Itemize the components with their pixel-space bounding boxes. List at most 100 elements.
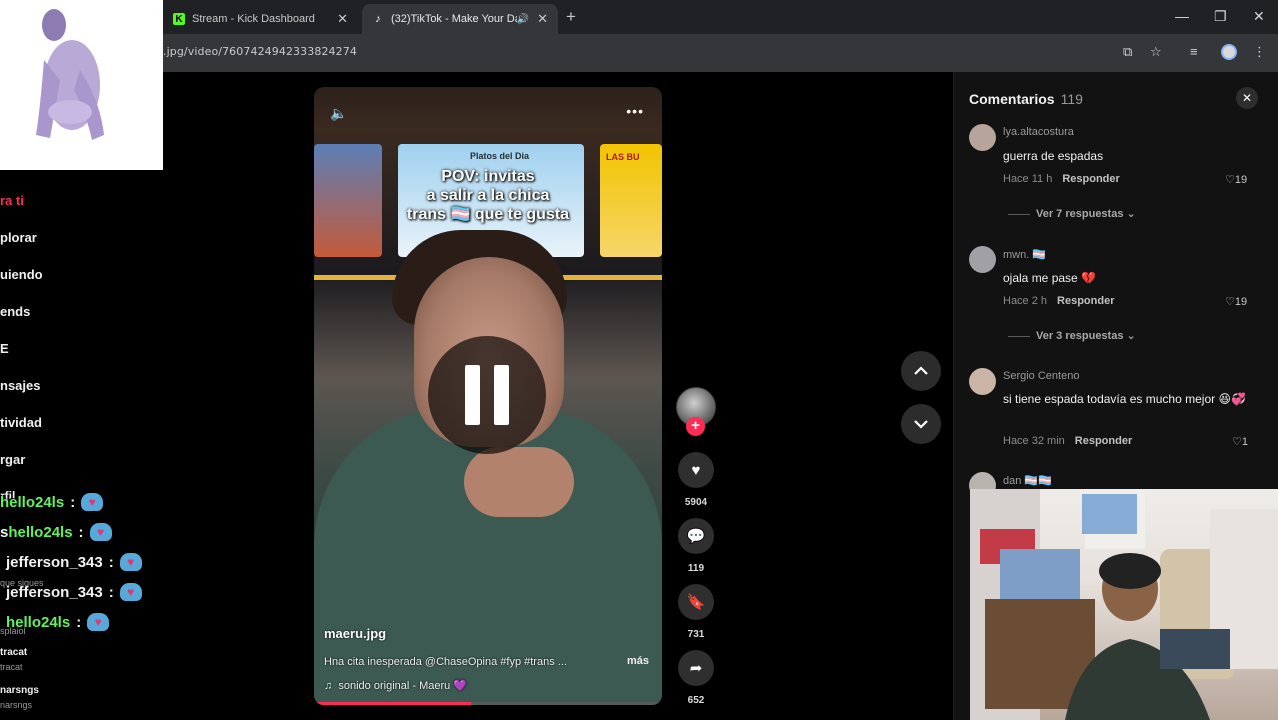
maximize-icon[interactable]: ❐ (1214, 8, 1227, 25)
close-icon[interactable]: ✕ (337, 11, 348, 27)
see-more-link[interactable]: más (627, 655, 649, 667)
comment-username[interactable]: lya.altacostura (1003, 126, 1074, 138)
video-caption: POV: invitas a salir a la chica trans 🏳️… (314, 167, 662, 224)
share-arrow-icon: ➦ (689, 660, 703, 677)
nav-live[interactable]: E (0, 341, 9, 356)
minimize-icon[interactable]: — (1175, 8, 1189, 24)
video-progress-bar[interactable] (314, 702, 662, 705)
heart-outline-icon: ♡ (1232, 436, 1242, 448)
view-replies-button[interactable]: Ver 3 respuestas ⌄ (1008, 329, 1136, 342)
like-button[interactable]: ♥ (678, 452, 714, 488)
media-control-icon[interactable]: ≡ (1190, 44, 1198, 59)
close-icon[interactable]: ✕ (537, 11, 548, 27)
nav-messages[interactable]: nsajes (0, 378, 40, 393)
close-comments-button[interactable]: ✕ (1236, 87, 1258, 109)
comments-header: Comentarios 119 (969, 91, 1083, 107)
chevron-down-icon: ⌄ (1126, 330, 1136, 342)
nav-upload[interactable]: rgar (0, 452, 25, 467)
view-replies-button[interactable]: Ver 7 respuestas ⌄ (1008, 207, 1136, 220)
more-options-icon[interactable]: ••• (626, 103, 644, 119)
reply-button[interactable]: Responder (1062, 173, 1119, 185)
speaker-icon[interactable]: 🔊 (517, 14, 529, 25)
reply-button[interactable]: Responder (1075, 435, 1132, 447)
chat-prefix: s (0, 523, 9, 541)
caption-line: trans 🏳️‍⚧️ que te gusta (406, 206, 570, 223)
comment-avatar[interactable] (969, 124, 996, 151)
comment-like[interactable]: ♡19 (1225, 173, 1247, 186)
comment-username[interactable]: dan 🏳️‍⚧️🏳️‍⚧️ (1003, 474, 1052, 487)
comment-like-count: 19 (1234, 174, 1248, 186)
new-tab-icon[interactable]: + (566, 7, 576, 27)
like-count: 5904 (684, 497, 708, 508)
comment-text: guerra de espadas (1003, 149, 1104, 163)
chat-separator: : (108, 583, 114, 601)
reply-button[interactable]: Responder (1057, 295, 1114, 307)
follow-plus-icon[interactable]: + (686, 417, 705, 436)
comment-like-count: 19 (1234, 296, 1248, 308)
profile-avatar[interactable] (1221, 44, 1237, 60)
followed-account-name[interactable]: narsngs (0, 685, 39, 696)
video-music[interactable]: ♫ sonido original - Maeru 💜 (324, 679, 467, 692)
video-progress-fill (314, 702, 471, 705)
pause-icon (465, 365, 480, 425)
video-description: Hna cita inesperada @ChaseOpina #fyp #tr… (324, 656, 567, 668)
window-close-icon[interactable]: ✕ (1253, 8, 1265, 25)
tab-tiktok[interactable]: ♪ (32)TikTok - Make Your Day 🔊 ✕ (362, 4, 558, 34)
streamer-webcam (970, 489, 1278, 720)
comment-time: Hace 32 min (1003, 435, 1065, 447)
bookmark-star-icon[interactable]: ☆ (1150, 44, 1162, 60)
save-count: 731 (687, 629, 705, 640)
comment-text: ojala me pase 💔 (1003, 271, 1096, 285)
close-icon: ✕ (1241, 91, 1253, 105)
nav-friends[interactable]: ends (0, 304, 30, 319)
view-replies-label: Ver 3 respuestas (1036, 330, 1124, 342)
comment-username[interactable]: Sergio Centeno (1003, 370, 1079, 382)
menu-dots-icon[interactable]: ⋮ (1253, 44, 1266, 60)
followed-account-name[interactable]: tracat (0, 647, 27, 658)
nav-explore[interactable]: plorar (0, 230, 37, 245)
video-author[interactable]: maeru.jpg (324, 626, 386, 641)
emote-icon: ♥ (119, 583, 142, 601)
pause-icon (494, 365, 509, 425)
followed-account-handle: narsngs (0, 700, 33, 710)
browser-tab-bar: K Stream - Kick Dashboard ✕ ♪ (32)TikTok… (0, 0, 1278, 34)
next-video-button[interactable] (901, 404, 941, 444)
nav-activity[interactable]: tividad (0, 415, 42, 430)
video-player[interactable]: Platos del Dia LAS BU POV: invitas a sal… (314, 87, 662, 705)
partial-name: splaiol (0, 626, 26, 636)
tab-label: Stream - Kick Dashboard (192, 13, 315, 25)
divider-line (1008, 335, 1030, 337)
comment-username[interactable]: mwn. 🏳️‍⚧️ (1003, 248, 1046, 261)
comment-like[interactable]: ♡1 (1232, 435, 1248, 448)
pause-button[interactable] (428, 336, 546, 454)
menu-board-label: LAS BU (606, 152, 640, 162)
tab-kick-dashboard[interactable]: K Stream - Kick Dashboard ✕ (163, 4, 358, 34)
previous-video-button[interactable] (901, 351, 941, 391)
volume-icon[interactable]: 🔈 (330, 105, 347, 122)
comment-button[interactable]: 💬 (678, 518, 714, 554)
nav-for-you[interactable]: ra ti (0, 193, 24, 208)
emote-icon: ♥ (119, 553, 142, 571)
divider-line (1008, 213, 1030, 215)
chat-separator: : (78, 523, 84, 541)
comment-time: Hace 11 h (1003, 173, 1053, 185)
heart-outline-icon: ♡ (1225, 174, 1235, 186)
share-button[interactable]: ➦ (678, 650, 714, 686)
webcam-image (970, 489, 1278, 720)
caption-line: POV: invitas (441, 168, 535, 185)
comment-bubble-icon: 💬 (686, 528, 706, 545)
url-text[interactable]: .jpg/video/7607424942333824274 (163, 45, 357, 58)
chat-username: jefferson_343 (6, 583, 103, 601)
install-app-icon[interactable]: ⧉ (1123, 44, 1132, 60)
comment-like[interactable]: ♡19 (1225, 295, 1247, 308)
comment-avatar[interactable] (969, 368, 996, 395)
nav-following[interactable]: uiendo (0, 267, 43, 282)
chevron-up-icon (914, 366, 928, 375)
chat-message: jefferson_343 : ♥ (6, 583, 142, 601)
comment-avatar[interactable] (969, 246, 996, 273)
save-button[interactable]: 🔖 (678, 584, 714, 620)
emote-icon: ♥ (87, 613, 110, 631)
dog-gif-overlay (0, 0, 163, 170)
dog-image (36, 9, 104, 140)
comments-count: 119 (1060, 91, 1083, 107)
